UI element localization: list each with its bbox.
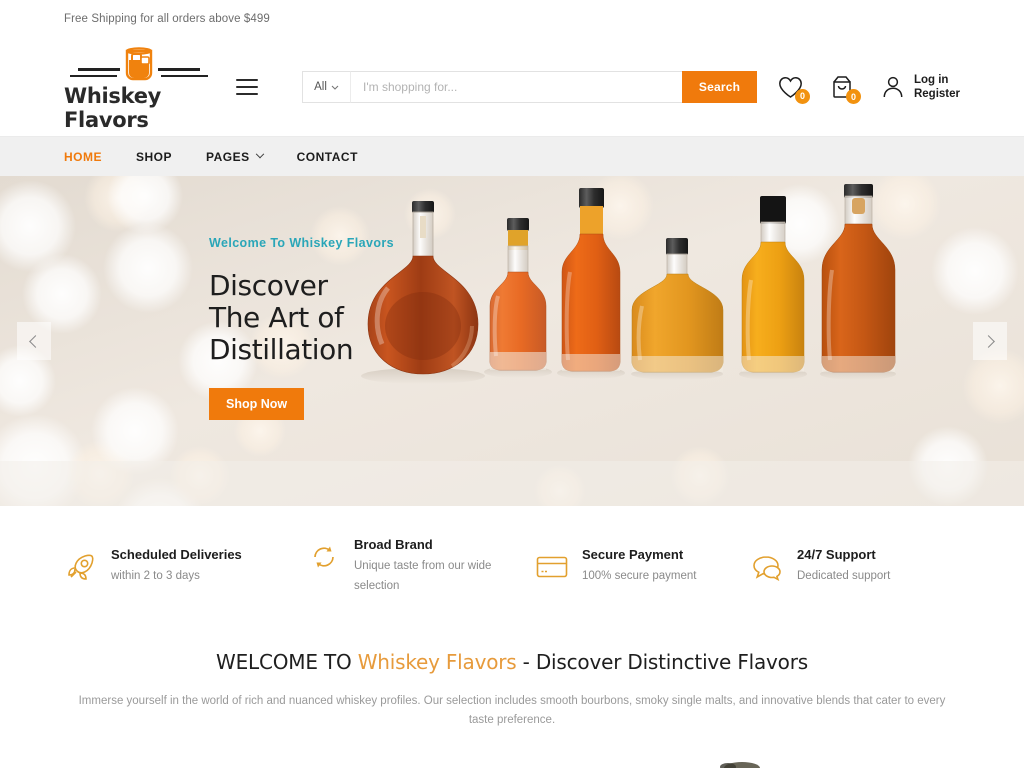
welcome-title-suffix: - Discover Distinctive Flavors (517, 650, 808, 674)
feature-title: Scheduled Deliveries (111, 547, 242, 562)
hero-bottles-image (360, 176, 920, 506)
next-section-peek (0, 742, 1024, 768)
nav-label-pages: PAGES (206, 150, 250, 164)
search-category-label: All (314, 81, 327, 93)
hero-title: Discover The Art of Distillation (209, 270, 439, 366)
feature-text: Broad Brand Unique taste from our wide s… (354, 536, 535, 596)
chevron-right-icon (982, 335, 995, 348)
nav-label-shop: SHOP (136, 150, 172, 164)
nav-item-shop[interactable]: SHOP (136, 150, 172, 164)
bottle-5 (739, 196, 807, 380)
page-root: Free Shipping for all orders above $499 … (0, 0, 1024, 768)
welcome-section: WELCOME TO Whiskey Flavors - Discover Di… (0, 626, 1024, 730)
wishlist-count-badge: 0 (795, 89, 810, 104)
hero-carousel: Welcome To Whiskey Flavors Discover The … (0, 176, 1024, 506)
announcement-text: Free Shipping for all orders above $499 (64, 13, 270, 25)
nav-item-pages[interactable]: PAGES (206, 150, 263, 164)
nav-item-home[interactable]: HOME (64, 150, 102, 164)
feature-secure-payment: Secure Payment 100% secure payment (535, 546, 750, 586)
credit-card-icon (535, 550, 569, 584)
hero-title-line-1: Discover (209, 269, 328, 302)
chat-bubbles-icon (750, 550, 784, 584)
bottle-6 (820, 184, 896, 380)
account-labels: Log in Register (914, 73, 960, 101)
bottle-3 (557, 188, 625, 379)
nav-label-home: HOME (64, 150, 102, 164)
shop-now-button[interactable]: Shop Now (209, 388, 304, 420)
feature-subtitle: Dedicated support (797, 566, 890, 586)
login-label[interactable]: Log in (914, 74, 949, 86)
hero-title-line-3: Distillation (209, 333, 353, 366)
bottle-2 (484, 218, 552, 378)
chevron-left-icon (29, 335, 42, 348)
feature-text: Secure Payment 100% secure payment (582, 546, 696, 586)
feature-support: 24/7 Support Dedicated support (750, 546, 950, 586)
site-logo[interactable]: Whiskey Flavors (64, 43, 214, 132)
feature-subtitle: within 2 to 3 days (111, 566, 242, 586)
feature-subtitle: Unique taste from our wide selection (354, 556, 535, 596)
main-navigation: HOME SHOP PAGES CONTACT (0, 136, 1024, 176)
hero-copy: Welcome To Whiskey Flavors Discover The … (209, 236, 439, 420)
hero-eyebrow: Welcome To Whiskey Flavors (209, 236, 439, 250)
feature-title: Secure Payment (582, 547, 683, 562)
logo-rule-left (70, 75, 117, 77)
feature-text: Scheduled Deliveries within 2 to 3 days (111, 546, 242, 586)
carousel-next-button[interactable] (973, 322, 1007, 360)
user-icon (881, 75, 905, 99)
bottle-4 (631, 238, 723, 380)
logo-mark (70, 43, 208, 83)
announcement-bar: Free Shipping for all orders above $499 (0, 0, 1024, 38)
refresh-cycle-icon (307, 540, 341, 574)
whiskey-glass-icon (119, 45, 159, 83)
brand-name: Whiskey Flavors (64, 84, 214, 132)
hamburger-menu-icon[interactable] (236, 79, 258, 95)
carousel-prev-button[interactable] (17, 322, 51, 360)
welcome-title-prefix: WELCOME TO (216, 650, 358, 674)
search-bar: All Search (302, 71, 757, 103)
chevron-down-icon (255, 149, 263, 157)
cart-count-badge: 0 (846, 89, 861, 104)
logo-rule-right (161, 75, 208, 77)
rocket-icon (64, 550, 98, 584)
site-header: Whiskey Flavors All Search 0 (0, 38, 1024, 136)
nav-item-contact[interactable]: CONTACT (297, 150, 358, 164)
features-bar: Scheduled Deliveries within 2 to 3 days … (0, 506, 1024, 626)
feature-broad-brand: Broad Brand Unique taste from our wide s… (307, 536, 535, 596)
wishlist-button[interactable]: 0 (778, 76, 803, 99)
welcome-title-highlight: Whiskey Flavors (358, 650, 517, 674)
search-input[interactable] (350, 71, 682, 103)
feature-scheduled-deliveries: Scheduled Deliveries within 2 to 3 days (64, 546, 307, 586)
feature-title: 24/7 Support (797, 547, 876, 562)
welcome-body-text: Immerse yourself in the world of rich an… (72, 692, 952, 730)
account-button[interactable]: Log in Register (881, 73, 960, 101)
cart-button[interactable]: 0 (830, 75, 854, 99)
search-button[interactable]: Search (682, 71, 757, 103)
feature-subtitle: 100% secure payment (582, 566, 696, 586)
hero-title-line-2: The Art of (209, 301, 344, 334)
hero-slide: Welcome To Whiskey Flavors Discover The … (0, 176, 1024, 506)
feature-title: Broad Brand (354, 537, 433, 552)
welcome-title: WELCOME TO Whiskey Flavors - Discover Di… (0, 650, 1024, 674)
chevron-down-icon (331, 85, 339, 90)
header-actions: 0 0 Log in Register (778, 73, 960, 101)
nav-label-contact: CONTACT (297, 150, 358, 164)
register-label[interactable]: Register (914, 88, 960, 100)
search-category-select[interactable]: All (302, 71, 350, 103)
feature-text: 24/7 Support Dedicated support (797, 546, 890, 586)
